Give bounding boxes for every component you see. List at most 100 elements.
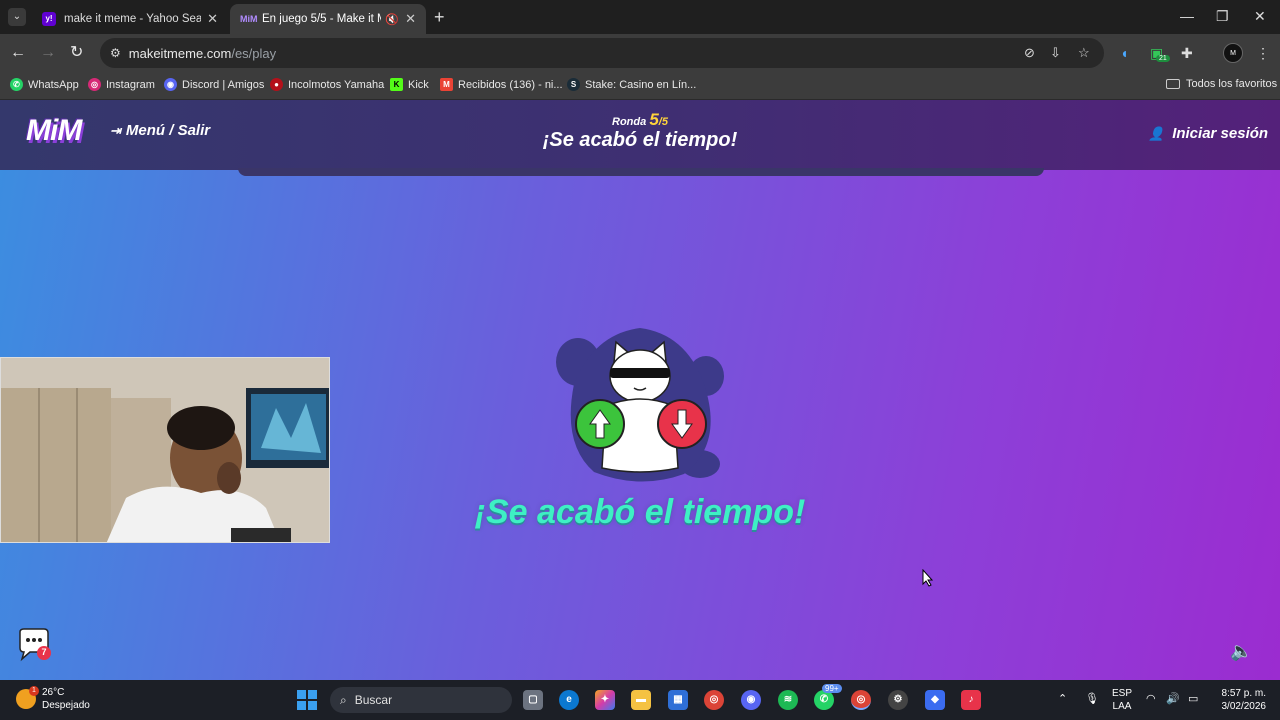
extension-badge: 21 (1156, 55, 1170, 62)
roblox-icon[interactable]: ◆ (925, 690, 945, 710)
bookmark-label: Recibidos (136) - ni... (458, 78, 563, 91)
round-current: 5 (649, 110, 659, 129)
bookmark-star-icon[interactable]: ☆ (1078, 45, 1090, 61)
chat-badge: 7 (41, 647, 47, 657)
profile-avatar[interactable]: M (1223, 43, 1243, 63)
volume-icon[interactable]: 🔊 (1166, 692, 1180, 705)
start-button-icon[interactable] (297, 690, 317, 710)
search-icon: ⌕ (340, 692, 347, 707)
tab-search-chevron-icon[interactable]: ⌄ (8, 8, 26, 26)
kick-icon: K (390, 78, 403, 91)
tiktok-icon[interactable]: ♪ (961, 690, 981, 710)
chrome-active-icon[interactable]: ◎ (851, 690, 871, 710)
discord-icon[interactable]: ◉ (741, 690, 761, 710)
tab-strip: ⌄ y! make it meme - Yahoo Search T ✕ MiM… (0, 0, 1280, 34)
new-tab-button[interactable]: + (434, 8, 445, 26)
clock-time: 8:57 p. m. (1221, 688, 1266, 699)
sound-speaker-icon[interactable]: 🔈 (1230, 641, 1252, 662)
back-arrow-icon[interactable]: ← (10, 43, 26, 63)
weather-text: 26°C Despejado (42, 686, 90, 712)
muted-tab-icon[interactable]: 🔇 (385, 13, 399, 26)
times-up-message: ¡Se acabó el tiempo! (474, 493, 806, 531)
chrome-icon[interactable]: ◎ (704, 690, 724, 710)
tab-yahoo-search[interactable]: y! make it meme - Yahoo Search T ✕ (32, 4, 228, 34)
lang-line2: LAA (1112, 701, 1132, 712)
close-tab-icon[interactable]: ✕ (207, 11, 218, 27)
install-app-icon[interactable]: ⇩ (1050, 45, 1061, 61)
all-bookmarks-folder[interactable]: Todos los favoritos (1166, 78, 1277, 90)
tab-make-it-meme[interactable]: MiM En juego 5/5 - Make it Mem 🔇 ✕ (230, 4, 426, 34)
windows-taskbar: 1 26°C Despejado ⌕ Buscar ▢ e ✦ ▬ ▦ ◎ ◉ … (0, 680, 1280, 720)
tab-title: En juego 5/5 - Make it Mem (262, 13, 381, 25)
browser-toolbar: ← → ↻ ⚙ makeitmeme.com/es/play ⊘ ⇩ ☆ ◖ ▣… (0, 34, 1280, 72)
battery-icon[interactable]: ▭ (1188, 692, 1198, 705)
clock-date: 3/02/2026 (1221, 701, 1267, 712)
bookmark-incolmotos[interactable]: ● Incolmotos Yamaha (270, 78, 384, 91)
yamaha-icon: ● (270, 78, 283, 91)
bookmark-label: WhatsApp (28, 78, 79, 91)
chat-button[interactable]: 7 (16, 628, 52, 662)
user-icon: 👤 (1148, 125, 1165, 141)
spotify-icon[interactable]: ≋ (778, 690, 798, 710)
file-explorer-icon[interactable]: ▬ (631, 690, 651, 710)
bookmarks-bar: ✆ WhatsApp ◎ Instagram ◉ Discord | Amigo… (0, 72, 1280, 100)
bookmark-discord[interactable]: ◉ Discord | Amigos (164, 78, 264, 91)
url-host: makeitmeme.com (128, 45, 232, 61)
round-total: /5 (658, 116, 668, 128)
more-menu-icon[interactable]: ⋮ (1256, 45, 1270, 62)
url-path: /es/play (231, 45, 277, 61)
restore-button[interactable]: ❐ (1216, 8, 1229, 25)
bookmark-instagram[interactable]: ◎ Instagram (88, 78, 155, 91)
round-progress-bar (238, 168, 1044, 176)
folder-icon (1166, 79, 1180, 89)
bookmark-kick[interactable]: K Kick (390, 78, 429, 91)
system-clock[interactable]: 8:57 p. m. 3/02/2026 (1212, 687, 1267, 713)
instagram-icon: ◎ (88, 78, 101, 91)
yahoo-favicon-icon: y! (42, 12, 56, 26)
forward-arrow-icon[interactable]: → (40, 43, 56, 63)
bookmark-stake[interactable]: S Stake: Casino en Lín... (567, 78, 696, 91)
bookmark-whatsapp[interactable]: ✆ WhatsApp (10, 78, 79, 91)
login-button[interactable]: 👤 Iniciar sesión (1148, 125, 1268, 142)
url-text: makeitmeme.com/es/play (129, 46, 276, 61)
microphone-icon[interactable]: 🎙 (1085, 692, 1099, 705)
tab-title: make it meme - Yahoo Search T (64, 13, 202, 25)
bookmark-label: Kick (408, 78, 429, 91)
microsoft-store-icon[interactable]: ▦ (668, 690, 688, 710)
close-tab-icon[interactable]: ✕ (405, 11, 416, 27)
whatsapp-icon: ✆ (10, 78, 23, 91)
bookmark-label: Stake: Casino en Lín... (585, 78, 697, 91)
weather-temp: 26°C (42, 687, 65, 698)
game-header: MiM ⇥ Menú / Salir Ronda 5/5 ¡Se acabó e… (0, 100, 1280, 170)
search-label: Buscar (354, 693, 393, 707)
round-indicator: Ronda 5/5 (0, 110, 1280, 130)
bookmark-label: Instagram (106, 78, 155, 91)
minimize-button[interactable]: — (1180, 8, 1194, 24)
bookmark-label: Incolmotos Yamaha (288, 78, 385, 91)
copilot-icon[interactable]: ✦ (595, 690, 615, 710)
whatsapp-badge: 99+ (822, 684, 842, 693)
edge-icon[interactable]: e (559, 690, 579, 710)
extensions-puzzle-icon[interactable]: ✚ (1181, 45, 1193, 62)
wifi-icon[interactable]: ◠ (1146, 692, 1156, 705)
close-window-button[interactable]: ✕ (1254, 8, 1266, 25)
bookmark-label: Discord | Amigos (182, 78, 265, 91)
task-view-icon[interactable]: ▢ (523, 690, 543, 710)
address-bar[interactable]: ⚙ makeitmeme.com/es/play ⊘ ⇩ ☆ (100, 38, 1104, 68)
weather-widget[interactable]: 1 26°C Despejado (16, 686, 90, 712)
cat-mascot-icon (554, 324, 726, 484)
reload-icon[interactable]: ↻ (70, 43, 83, 63)
steam-icon[interactable]: ⚙ (888, 690, 908, 710)
language-indicator[interactable]: ESP LAA (1112, 687, 1132, 713)
bookmark-gmail[interactable]: M Recibidos (136) - ni... (440, 78, 563, 91)
site-info-icon[interactable]: ⚙ (110, 46, 121, 60)
whatsapp-icon[interactable]: ✆ (814, 690, 834, 710)
gmail-icon: M (440, 78, 453, 91)
all-bookmarks-label: Todos los favoritos (1186, 78, 1278, 90)
tray-chevron-icon[interactable]: ⌃ (1058, 692, 1067, 705)
camera-blocked-icon[interactable]: ⊘ (1024, 45, 1035, 61)
media-playing-icon[interactable]: ◖ (1120, 45, 1128, 61)
taskbar-search[interactable]: ⌕ Buscar (330, 687, 512, 713)
login-label: Iniciar sesión (1172, 125, 1269, 142)
round-label: Ronda (612, 116, 647, 128)
